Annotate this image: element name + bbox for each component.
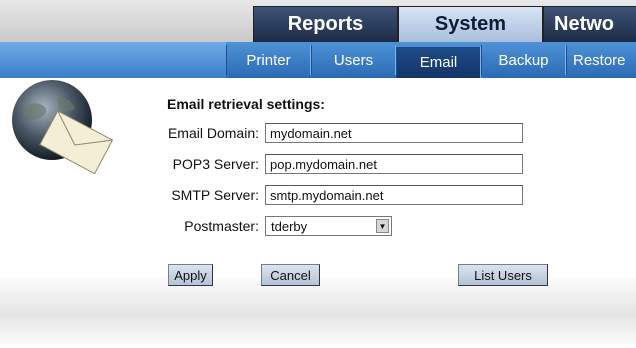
apply-button[interactable]: Apply (168, 264, 213, 286)
tab-system[interactable]: System (398, 6, 543, 42)
sub-nav-spacer (0, 42, 226, 78)
chevron-down-icon[interactable]: ▼ (376, 219, 389, 233)
subtab-users[interactable]: Users (311, 45, 396, 75)
subtab-restore[interactable]: Restore (566, 45, 636, 75)
globe-envelope-icon (12, 80, 114, 175)
email-domain-label: Email Domain: (167, 125, 259, 141)
subtab-printer[interactable]: Printer (226, 45, 311, 75)
pop3-server-input[interactable] (265, 154, 523, 174)
form-heading: Email retrieval settings: (167, 96, 325, 112)
postmaster-select[interactable]: tderby ▼ (265, 216, 392, 236)
tab-reports[interactable]: Reports (253, 6, 398, 42)
top-nav-bar: Reports System Netwo (0, 0, 636, 43)
subtab-backup[interactable]: Backup (481, 45, 566, 75)
cancel-button[interactable]: Cancel (261, 264, 320, 286)
smtp-server-label: SMTP Server: (171, 187, 259, 203)
smtp-server-input[interactable] (265, 185, 523, 205)
pop3-server-label: POP3 Server: (172, 156, 259, 172)
postmaster-label: Postmaster: (184, 218, 259, 234)
postmaster-value: tderby (271, 219, 308, 234)
email-domain-input[interactable] (265, 123, 523, 143)
tab-network[interactable]: Netwo (543, 6, 636, 42)
list-users-button[interactable]: List Users (458, 264, 548, 286)
subtab-email[interactable]: Email (396, 47, 481, 78)
sub-nav-bar: Printer Users Email Backup Restore (0, 42, 636, 78)
